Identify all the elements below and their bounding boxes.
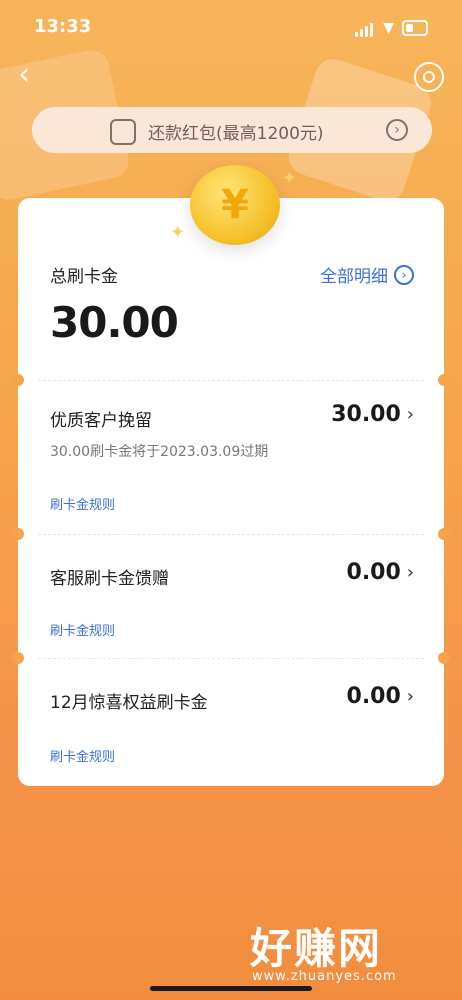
divider (38, 534, 424, 535)
banner-text: 还款红包(最高1200元) (148, 124, 324, 144)
rules-link[interactable]: 刷卡金规则 (50, 746, 115, 765)
gift-envelope-icon (110, 119, 136, 145)
item-title: 客服刷卡金馈赠 (50, 569, 169, 589)
item-value[interactable]: 30.00 › (331, 402, 414, 427)
divider (38, 658, 424, 659)
repayment-redpacket-banner[interactable]: 还款红包(最高1200元) › (32, 107, 432, 153)
rules-link[interactable]: 刷卡金规则 (50, 620, 115, 639)
all-details-text: 全部明细 (320, 267, 388, 287)
watermark-url: www.zhuanyes.com (252, 969, 397, 984)
chevron-right-icon: › (406, 404, 414, 425)
card-notch (438, 652, 450, 664)
status-icons: ▼ (355, 18, 428, 37)
status-bar: 13:33 ▼ (0, 0, 462, 52)
item-value[interactable]: 0.00 › (347, 684, 414, 709)
card-notch (438, 528, 450, 540)
card-notch (12, 374, 24, 386)
item-title: 优质客户挽留 (50, 411, 152, 431)
chevron-right-icon[interactable]: › (386, 119, 408, 141)
chevron-right-icon: › (394, 264, 414, 285)
chevron-right-icon: › (406, 562, 414, 583)
nav-bar: ‹ (0, 58, 462, 98)
item-value-text: 0.00 (346, 560, 401, 585)
sparkle-icon: ✦ (282, 168, 298, 189)
card-notch (438, 374, 450, 386)
item-title: 12月惊喜权益刷卡金 (50, 693, 208, 713)
status-time: 13:33 (34, 16, 92, 37)
yuan-coin-icon: ¥ (190, 165, 280, 245)
customer-service-icon[interactable] (414, 62, 444, 92)
swipe-credit-card: 总刷卡金 全部明细 › 30.00 优质客户挽留 30.00 › 30.00刷卡… (12, 198, 450, 786)
card-notch (12, 652, 24, 664)
item-value-text: 0.00 (346, 684, 401, 709)
chevron-left-icon[interactable]: ‹ (18, 60, 30, 90)
chevron-right-icon: › (406, 686, 414, 707)
signal-icon (355, 18, 375, 37)
summary-label: 总刷卡金 (50, 267, 118, 287)
wifi-icon: ▼ (383, 19, 394, 36)
battery-icon (402, 19, 428, 36)
home-indicator (150, 986, 312, 991)
watermark-title: 好赚网 (250, 924, 383, 973)
divider (38, 380, 424, 381)
rules-link[interactable]: 刷卡金规则 (50, 494, 115, 513)
total-amount: 30.00 (50, 298, 179, 347)
card-notch (12, 528, 24, 540)
item-value[interactable]: 0.00 › (347, 560, 414, 585)
item-expiry-note: 30.00刷卡金将于2023.03.09过期 (50, 444, 269, 460)
sparkle-icon: ✦ (170, 222, 186, 243)
item-value-text: 30.00 (331, 402, 401, 427)
watermark: 好赚网 www.zhuanyes.com (250, 915, 450, 984)
all-details-link[interactable]: 全部明细 › (320, 262, 414, 287)
